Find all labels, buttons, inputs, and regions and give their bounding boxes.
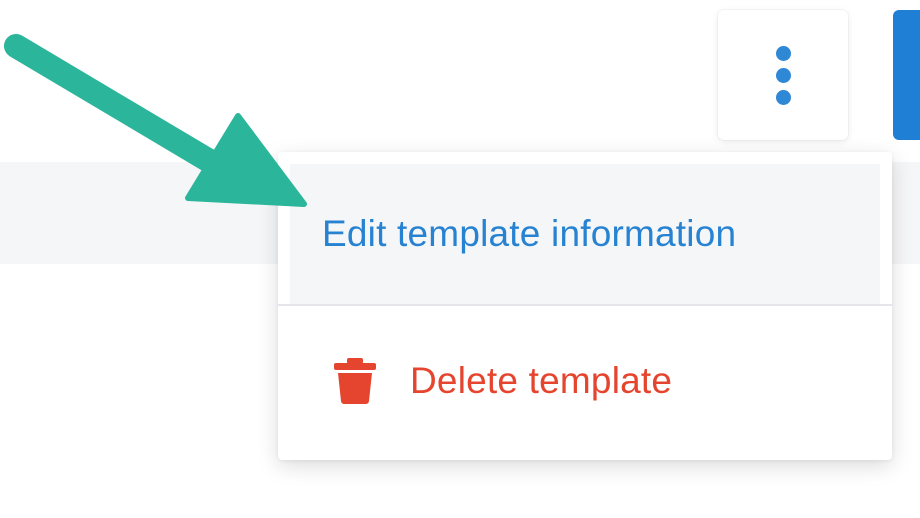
kebab-dot [775,67,791,83]
more-vertical-icon [775,45,791,105]
more-options-button[interactable] [718,10,848,140]
menu-item-label: Delete template [410,360,673,401]
primary-action-button[interactable] [893,10,920,140]
menu-item-delete-template[interactable]: Delete template [290,312,880,450]
menu-item-edit-template-information[interactable]: Edit template information [290,164,880,304]
trash-icon [334,358,376,404]
menu-item-label: Edit template information [322,213,737,254]
menu-divider [278,304,892,306]
kebab-dot [775,45,791,61]
options-dropdown-menu: Edit template information Delete templat… [278,152,892,460]
kebab-dot [775,89,791,105]
